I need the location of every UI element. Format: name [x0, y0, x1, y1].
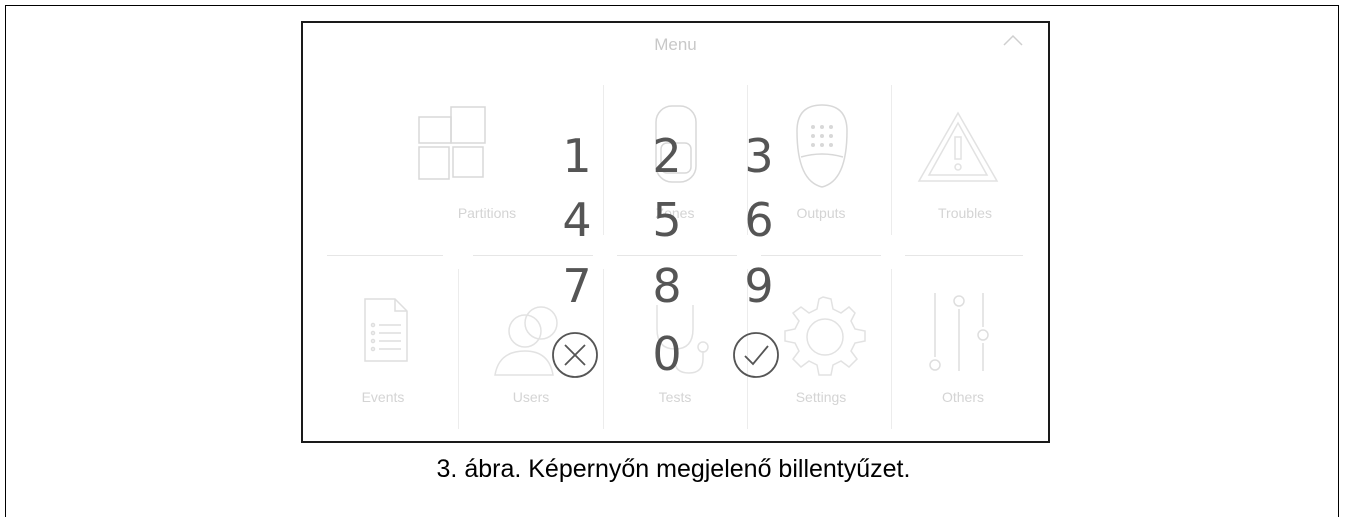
key-0[interactable]: 0 — [637, 329, 697, 379]
tile-label: Settings — [795, 389, 847, 405]
tile-label: Tests — [658, 389, 692, 405]
tile-label: Troubles — [938, 205, 992, 221]
key-6[interactable]: 6 — [729, 195, 789, 245]
grid-divider — [891, 85, 892, 235]
others-icon — [925, 289, 995, 375]
tile-label: Partitions — [457, 205, 517, 221]
key-5[interactable]: 5 — [637, 195, 697, 245]
settings-icon — [775, 291, 871, 383]
grid-divider — [891, 269, 892, 429]
grid-divider — [761, 255, 881, 256]
key-7[interactable]: 7 — [547, 261, 607, 311]
tile-label: Events — [361, 389, 405, 405]
chevron-up-icon[interactable] — [1002, 33, 1024, 52]
key-1[interactable]: 1 — [547, 131, 607, 181]
key-2[interactable]: 2 — [637, 131, 697, 181]
tile-label: Users — [512, 389, 550, 405]
grid-divider — [327, 255, 443, 256]
figure-caption: 3. ábra. Képernyőn megjelenő billentyűze… — [436, 455, 911, 483]
grid-divider — [473, 255, 593, 256]
confirm-check-icon[interactable] — [731, 330, 781, 385]
grid-divider — [905, 255, 1023, 256]
key-4[interactable]: 4 — [547, 195, 607, 245]
key-8[interactable]: 8 — [637, 261, 697, 311]
tile-label: Others — [941, 389, 984, 405]
partitions-icon — [415, 103, 493, 181]
grid-divider — [458, 269, 459, 429]
outputs-icon — [791, 101, 853, 191]
grid-divider — [617, 255, 737, 256]
events-icon — [361, 295, 411, 365]
key-3[interactable]: 3 — [729, 131, 789, 181]
cancel-x-icon[interactable] — [550, 330, 600, 385]
touchscreen: Menu Partitions Zones Outputs Troubles E… — [301, 21, 1050, 443]
menu-title: Menu — [654, 35, 697, 54]
key-9[interactable]: 9 — [729, 261, 789, 311]
troubles-icon — [915, 109, 1001, 185]
